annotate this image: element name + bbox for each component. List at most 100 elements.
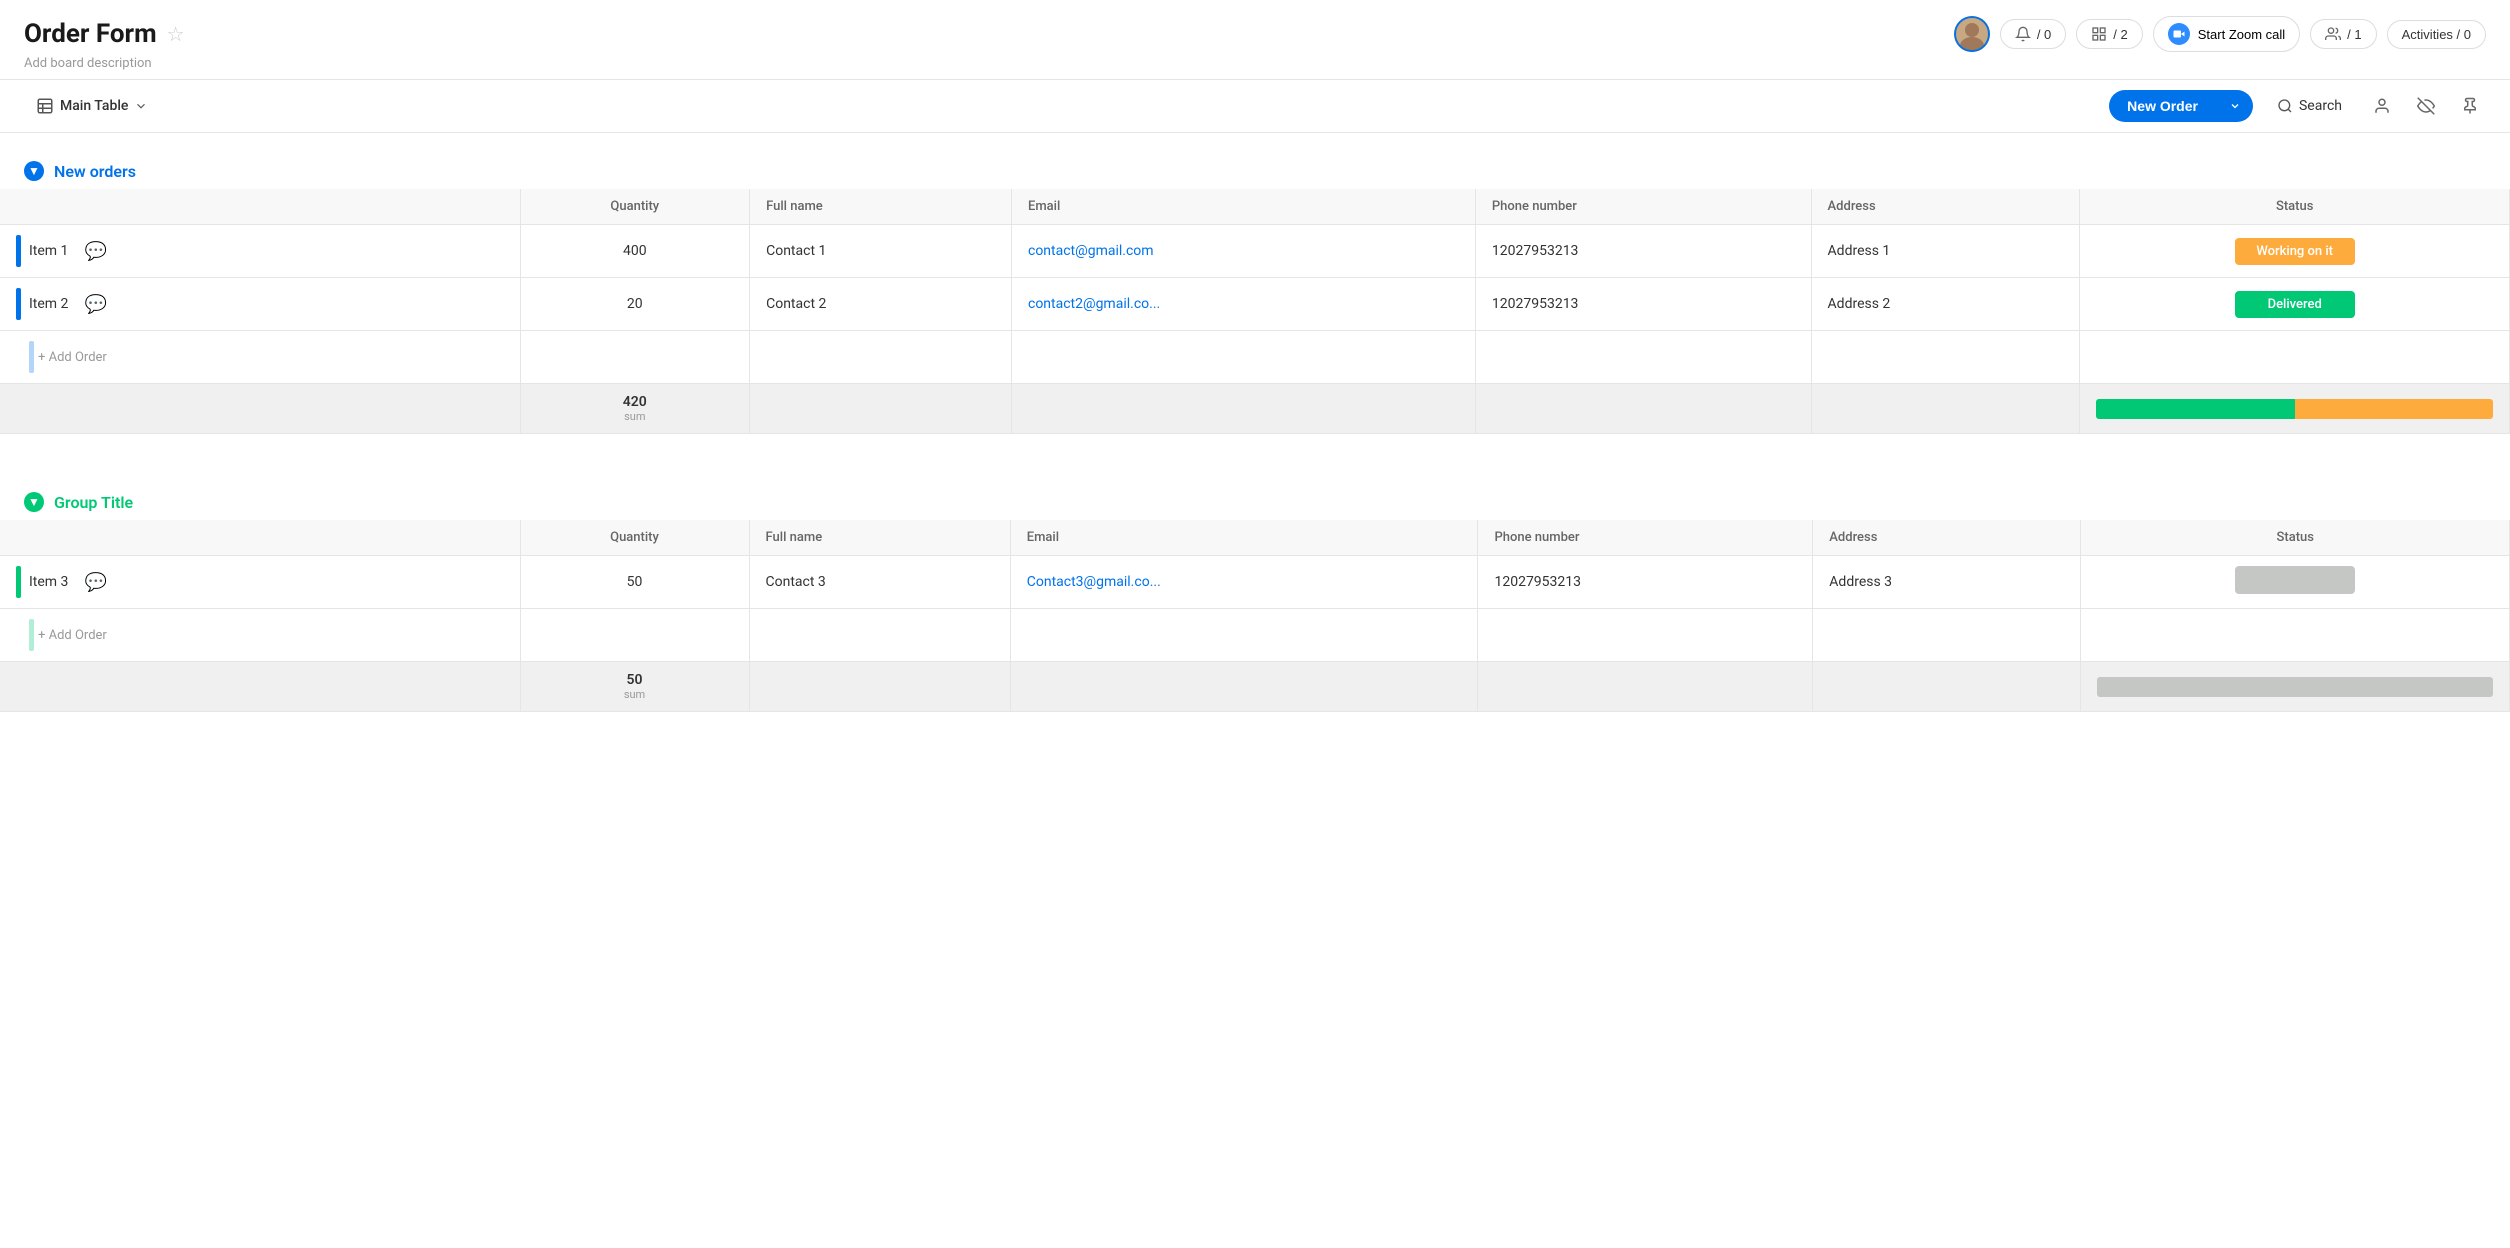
sum-value-cell: 420 sum xyxy=(520,384,750,434)
comment-icon[interactable]: 💬 xyxy=(84,572,106,593)
notifications-button[interactable]: / 0 xyxy=(2000,19,2066,49)
email-cell[interactable]: Contact3@gmail.co... xyxy=(1010,556,1478,609)
address-cell[interactable]: Address 2 xyxy=(1811,278,2080,331)
comment-icon[interactable]: 💬 xyxy=(84,241,106,262)
col-header-phone-1: Phone number xyxy=(1475,189,1811,225)
address-cell[interactable]: Address 1 xyxy=(1811,225,2080,278)
group-bar-placeholder-2 xyxy=(29,619,34,651)
table-header-new-orders: Quantity Full name Email Phone number Ad… xyxy=(0,189,2510,225)
new-order-arrow-icon[interactable] xyxy=(2217,92,2253,120)
col-header-address-1: Address xyxy=(1811,189,2080,225)
quantity-cell[interactable]: 50 xyxy=(520,556,749,609)
email-link[interactable]: contact2@gmail.co... xyxy=(1028,296,1160,312)
table-icon xyxy=(36,97,54,115)
sum-row: 420 sum xyxy=(0,384,2510,434)
fullname-cell[interactable]: Contact 2 xyxy=(750,278,1012,331)
add-order-row[interactable]: + Add Order xyxy=(0,331,2510,384)
status-badge-delivered[interactable]: Delivered xyxy=(2235,291,2355,318)
search-button[interactable]: Search xyxy=(2265,92,2354,120)
quantity-cell[interactable]: 20 xyxy=(520,278,750,331)
col-header-fullname-2: Full name xyxy=(749,520,1010,556)
email-cell[interactable]: contact2@gmail.co... xyxy=(1011,278,1475,331)
group-title-new-orders[interactable]: New orders xyxy=(54,162,136,181)
email-cell[interactable]: contact@gmail.com xyxy=(1011,225,1475,278)
avatar[interactable] xyxy=(1954,16,1990,52)
item-name[interactable]: Item 1 xyxy=(29,243,68,259)
pin-icon-button[interactable] xyxy=(2454,90,2486,122)
header: Order Form ☆ / 0 xyxy=(0,0,2510,80)
toolbar-left: Main Table xyxy=(24,91,160,121)
col-header-status-2: Status xyxy=(2081,520,2510,556)
new-order-label: New Order xyxy=(2109,90,2216,122)
sum-col-4b xyxy=(1478,662,1813,712)
integrations-icon xyxy=(2091,26,2107,42)
favorite-icon[interactable]: ☆ xyxy=(167,22,185,46)
add-order-phone xyxy=(1475,331,1811,384)
activities-button[interactable]: Activities / 0 xyxy=(2387,20,2486,49)
fullname-cell[interactable]: Contact 3 xyxy=(749,556,1010,609)
group-toggle-group-title[interactable]: ▼ xyxy=(24,492,44,512)
eye-slash-icon-button[interactable] xyxy=(2410,90,2442,122)
sum-col-2 xyxy=(750,384,1012,434)
eye-slash-icon xyxy=(2417,97,2435,115)
phone-cell[interactable]: 12027953213 xyxy=(1475,278,1811,331)
table-row: Item 3 💬 50 Contact 3 Contact3@gmail.co.… xyxy=(0,556,2510,609)
col-header-fullname-1: Full name xyxy=(750,189,1012,225)
status-badge-empty[interactable] xyxy=(2235,566,2355,594)
members-button[interactable]: / 1 xyxy=(2310,19,2376,49)
address-cell[interactable]: Address 3 xyxy=(1813,556,2081,609)
comment-icon[interactable]: 💬 xyxy=(84,294,106,315)
phone-cell[interactable]: 12027953213 xyxy=(1475,225,1811,278)
add-order-name xyxy=(750,331,1012,384)
email-link[interactable]: contact@gmail.com xyxy=(1028,243,1154,259)
col-header-name-2 xyxy=(0,520,520,556)
sum-value-2: 50 xyxy=(627,672,643,688)
board-description[interactable]: Add board description xyxy=(24,56,2486,71)
status-badge-working[interactable]: Working on it xyxy=(2235,238,2355,265)
add-order-qty-2 xyxy=(520,609,749,662)
item-name[interactable]: Item 2 xyxy=(29,296,68,312)
main-table-button[interactable]: Main Table xyxy=(24,91,160,121)
new-order-button[interactable]: New Order xyxy=(2109,90,2253,122)
zoom-button[interactable]: Start Zoom call xyxy=(2153,16,2300,52)
status-cell[interactable]: Delivered xyxy=(2080,278,2510,331)
status-cell[interactable] xyxy=(2081,556,2510,609)
add-order-label-2[interactable]: + Add Order xyxy=(38,628,107,643)
sum-spacer-2 xyxy=(0,662,520,712)
add-order-address-2 xyxy=(1813,609,2081,662)
sum-label-2: sum xyxy=(537,688,733,701)
bell-icon xyxy=(2015,26,2031,42)
add-order-name-2 xyxy=(749,609,1010,662)
integrations-button[interactable]: / 2 xyxy=(2076,19,2142,49)
item-name[interactable]: Item 3 xyxy=(29,574,68,590)
status-summary-gray xyxy=(2097,677,2493,697)
phone-cell[interactable]: 12027953213 xyxy=(1478,556,1813,609)
sum-label: sum xyxy=(537,410,734,423)
sum-value-cell-2: 50 sum xyxy=(520,662,749,712)
group-title-group-title[interactable]: Group Title xyxy=(54,493,133,512)
col-header-email-1: Email xyxy=(1011,189,1475,225)
status-summary-orange xyxy=(2295,399,2493,419)
group-bar xyxy=(16,288,21,320)
add-order-label[interactable]: + Add Order xyxy=(38,350,107,365)
col-header-address-2: Address xyxy=(1813,520,2081,556)
add-order-cell-2[interactable]: + Add Order xyxy=(0,609,520,662)
col-header-quantity-1: Quantity xyxy=(520,189,750,225)
add-order-cell[interactable]: + Add Order xyxy=(0,331,520,384)
fullname-cell[interactable]: Contact 1 xyxy=(750,225,1012,278)
col-header-quantity-2: Quantity xyxy=(520,520,749,556)
user-icon-button[interactable] xyxy=(2366,90,2398,122)
group-header-new-orders: ▼ New orders xyxy=(0,153,2510,189)
group-toggle-new-orders[interactable]: ▼ xyxy=(24,161,44,181)
email-link[interactable]: Contact3@gmail.co... xyxy=(1027,574,1161,590)
status-summary-green xyxy=(2096,399,2294,419)
item-name-cell: Item 3 💬 xyxy=(0,556,520,609)
status-summary xyxy=(2096,399,2493,419)
status-cell[interactable]: Working on it xyxy=(2080,225,2510,278)
add-order-status xyxy=(2080,331,2510,384)
col-header-name xyxy=(0,189,520,225)
add-order-row-2[interactable]: + Add Order xyxy=(0,609,2510,662)
new-orders-table: Quantity Full name Email Phone number Ad… xyxy=(0,189,2510,434)
quantity-cell[interactable]: 400 xyxy=(520,225,750,278)
group-new-orders: ▼ New orders Quantity Full name Email Ph… xyxy=(0,133,2510,434)
